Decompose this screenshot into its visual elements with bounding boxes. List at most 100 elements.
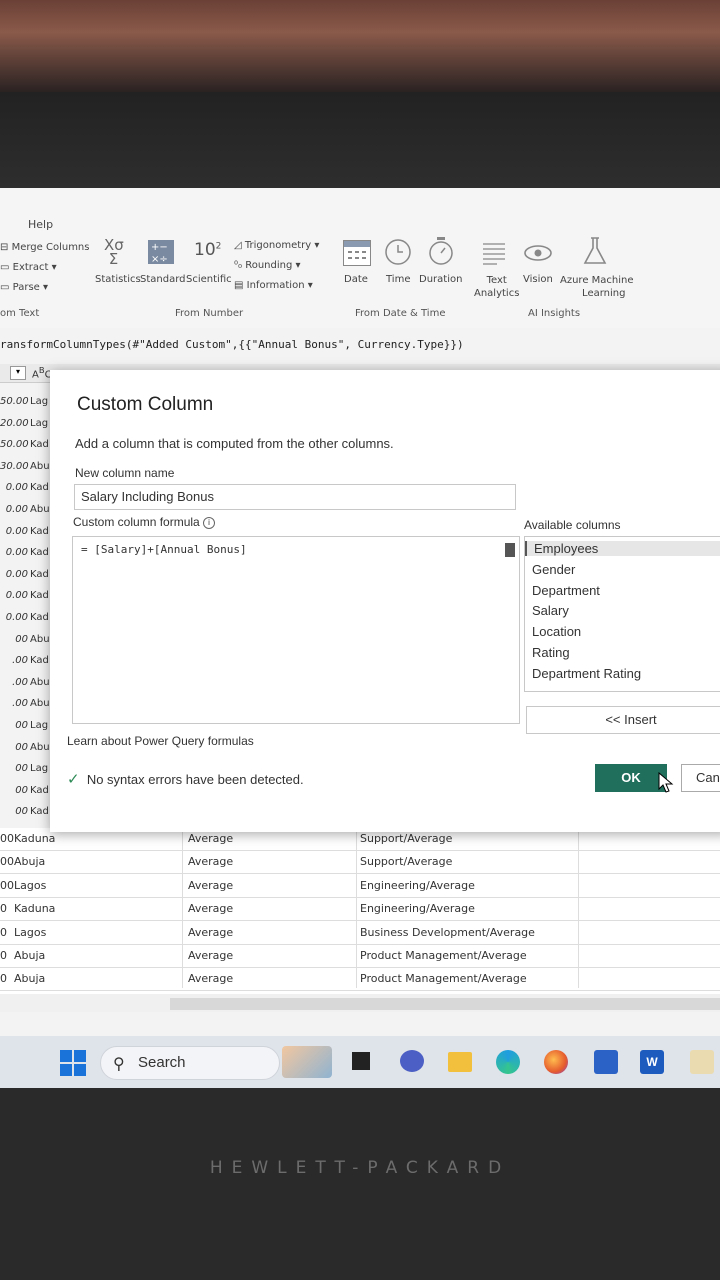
windows-start-icon[interactable] xyxy=(60,1050,86,1080)
text-analytics-icon xyxy=(481,240,507,270)
syntax-status: ✓ No syntax errors have been detected. xyxy=(67,770,304,788)
excel-icon[interactable] xyxy=(690,1050,714,1074)
column-type-dropdown[interactable]: ▾ xyxy=(10,366,26,380)
table-scrollbar[interactable] xyxy=(0,994,720,1012)
available-column-item[interactable]: Rating xyxy=(532,645,570,660)
left-row-city: Lag xyxy=(30,417,49,429)
date-icon xyxy=(343,240,371,266)
available-columns-list[interactable]: Employees Gender Department Salary Location R… xyxy=(524,536,720,692)
merge-icon: ⊟ xyxy=(0,242,9,253)
table-row[interactable]: 0 Kaduna Average Engineering/Average xyxy=(0,898,720,922)
taskbar: ⚲ Search W xyxy=(0,1036,720,1088)
store-icon[interactable] xyxy=(594,1050,618,1074)
row-city: Abuja xyxy=(14,855,46,869)
table-row[interactable]: 0 Lagos Average Business Development/Averag… xyxy=(0,922,720,945)
duration-button[interactable]: Duration xyxy=(419,274,462,285)
column-type-icon: ABC xyxy=(32,365,52,381)
checkmark-icon: ✓ xyxy=(67,771,80,788)
row-rating: Average xyxy=(188,878,234,892)
text-analytics-button[interactable]: Text Analytics xyxy=(474,274,519,300)
merge-columns-button[interactable]: ⊟ Merge Columns xyxy=(0,242,89,253)
custom-formula-label-text: Custom column formula xyxy=(73,515,200,529)
left-row-city: Kad xyxy=(30,612,49,623)
insert-button[interactable]: << Insert xyxy=(526,706,720,734)
row-rating: Average xyxy=(188,832,234,845)
formula-bar[interactable]: ransformColumnTypes(#"Added Custom",{{"A… xyxy=(0,338,720,358)
left-row-value: 0.00 xyxy=(5,525,28,537)
table-row[interactable]: 00 Lagos Average Engineering/Average xyxy=(0,875,720,898)
available-column-item[interactable]: Employees xyxy=(525,541,720,556)
background-desk xyxy=(0,0,720,92)
table-row[interactable]: 0 Abuja Average Product Management/Average xyxy=(0,968,720,992)
firefox-icon[interactable] xyxy=(544,1050,568,1074)
left-row-value: 50.00 xyxy=(0,396,29,407)
row-city: Kaduna xyxy=(14,832,56,845)
date-button[interactable]: Date xyxy=(344,274,368,285)
trigonometry-button[interactable]: ◿ Trigonometry ▾ xyxy=(234,240,319,251)
information-button[interactable]: ▤ Information ▾ xyxy=(234,280,313,291)
custom-formula-editor[interactable]: = [Salary]+[Annual Bonus] xyxy=(72,536,520,724)
duration-icon xyxy=(427,236,455,270)
taskbar-search-box[interactable]: ⚲ Search xyxy=(100,1046,280,1080)
left-row-city: Kad xyxy=(30,806,49,818)
time-button[interactable]: Time xyxy=(386,274,410,285)
available-column-item[interactable]: Location xyxy=(532,624,581,639)
available-columns-label: Available columns xyxy=(524,518,621,532)
statistics-button[interactable]: Statistics xyxy=(95,274,141,285)
time-icon xyxy=(384,238,412,270)
learn-formulas-link[interactable]: Learn about Power Query formulas xyxy=(67,734,254,748)
edge-icon[interactable] xyxy=(496,1050,520,1074)
information-icon: ▤ xyxy=(234,280,244,291)
group-label-ai-insights: AI Insights xyxy=(528,308,581,319)
left-data-column: 50.00 Lag 20.00 Lag 50.00 Kad 30.00 Abu 0.00 Kad 0… xyxy=(0,388,50,828)
cancel-button[interactable]: Can xyxy=(681,764,720,792)
left-row-value: .00 xyxy=(12,676,28,688)
ribbon: Help ⊟ Merge Columns ▭ Extract ▾ ▭ Parse… xyxy=(0,188,720,328)
table-scrollbar-thumb[interactable] xyxy=(170,998,720,1010)
scientific-button[interactable]: Scientific xyxy=(186,274,232,285)
azure-ml-label-2: Learning xyxy=(582,288,626,299)
parse-button[interactable]: ▭ Parse ▾ xyxy=(0,282,48,293)
rounding-button[interactable]: ⁰₀ Rounding ▾ xyxy=(234,260,301,271)
table-row[interactable]: 00 Abuja Average Support/Average xyxy=(0,851,720,875)
left-row-value: 0.00 xyxy=(5,612,28,623)
widgets-icon[interactable] xyxy=(282,1046,332,1078)
extract-icon: ▭ xyxy=(0,262,10,273)
azure-ml-icon xyxy=(582,236,608,270)
info-icon[interactable]: i xyxy=(203,516,216,529)
left-row-value: 00 xyxy=(15,633,28,645)
available-column-item[interactable]: Gender xyxy=(532,562,575,577)
left-row-city: Kad xyxy=(30,568,49,580)
hewlett-packard-logo: HEWLETT-PACKARD xyxy=(209,1158,511,1178)
vision-button[interactable]: Vision xyxy=(523,274,553,285)
svg-text:×÷: ×÷ xyxy=(151,254,168,264)
standard-button[interactable]: Standard xyxy=(140,274,186,285)
laptop-bezel-bottom xyxy=(0,1088,720,1280)
row-left-value: 0 xyxy=(0,925,7,939)
row-city: Kaduna xyxy=(14,902,56,916)
available-column-item[interactable]: Department Rating xyxy=(532,666,641,681)
formula-text: = [Salary]+[Annual Bonus] xyxy=(81,543,247,556)
search-label: Search xyxy=(138,1054,186,1071)
table-row[interactable]: 0 Abuja Average Product Management/Average xyxy=(0,945,720,968)
teams-chat-icon[interactable] xyxy=(400,1050,424,1072)
ok-button[interactable]: OK xyxy=(595,764,667,792)
column-divider xyxy=(356,828,357,988)
new-column-name-input[interactable]: Salary Including Bonus xyxy=(74,484,516,510)
extract-button[interactable]: ▭ Extract ▾ xyxy=(0,262,57,273)
row-rating: Average xyxy=(188,972,234,986)
available-column-item[interactable]: Salary xyxy=(532,603,569,618)
column-divider xyxy=(182,828,183,988)
row-department-rating: Engineering/Average xyxy=(360,902,475,916)
left-row-value: 30.00 xyxy=(0,460,29,472)
rounding-icon: ⁰₀ xyxy=(234,260,243,271)
task-view-icon[interactable] xyxy=(352,1052,370,1070)
word-icon[interactable]: W xyxy=(640,1050,664,1074)
dialog-description: Add a column that is computed from the o… xyxy=(75,436,394,451)
row-city: Abuja xyxy=(14,972,46,986)
tab-help[interactable]: Help xyxy=(28,218,53,231)
trigonometry-icon: ◿ xyxy=(234,240,242,251)
azure-ml-button[interactable]: Azure Machine Learning xyxy=(560,274,634,300)
available-column-item[interactable]: Department xyxy=(532,583,600,598)
file-explorer-icon[interactable] xyxy=(448,1052,472,1072)
